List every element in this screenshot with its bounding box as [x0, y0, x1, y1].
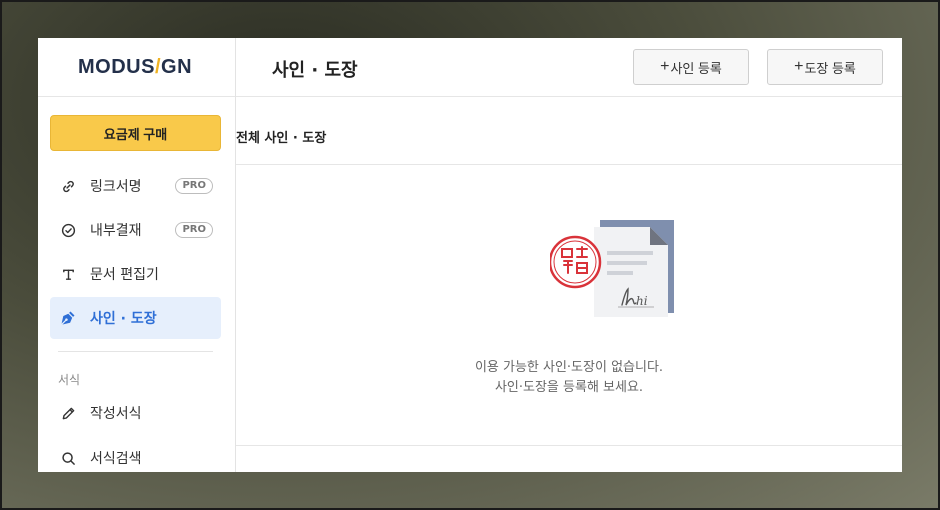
app-window: MODUS/GN 요금제 구매 링크서명 PRO 내부결재 PRO 문서 편집기…: [38, 38, 902, 472]
document-line: [607, 271, 633, 275]
plus-icon: +: [794, 58, 804, 75]
empty-message-line-2: 사인·도장을 등록해 보세요.: [494, 380, 644, 395]
signature-text: hi: [636, 294, 648, 308]
document-line: [607, 251, 653, 255]
sidebar-item-label: 서식검색: [90, 451, 142, 467]
sidebar-item-label: 문서 편집기: [90, 267, 159, 283]
sidebar-item-my-forms[interactable]: 작성서식: [50, 392, 221, 434]
section-label-forms: 서식: [58, 373, 81, 387]
sidebar-item-internal-approval[interactable]: 내부결재 PRO: [50, 209, 221, 251]
register-sign-button[interactable]: + 사인 등록: [633, 49, 749, 85]
text-icon: [60, 266, 76, 282]
sidebar-item-label: 내부결재: [90, 223, 142, 239]
document-line: [607, 261, 647, 265]
document-stamp-illustration: hi: [548, 220, 674, 317]
plus-icon: +: [660, 58, 670, 75]
search-icon: [60, 450, 76, 466]
stamp-circle: [548, 235, 602, 289]
sidebar-item-sign-stamp[interactable]: 사인 · 도장: [50, 297, 221, 339]
logo[interactable]: MODUS/GN: [78, 56, 192, 79]
sidebar-item-document-editor[interactable]: 문서 편집기: [50, 253, 221, 295]
list-subheader: 전체 사인 · 도장: [236, 97, 902, 165]
pen-nib-icon: [60, 310, 76, 326]
upgrade-plan-button[interactable]: 요금제 구매: [50, 115, 221, 151]
pencil-icon: [60, 405, 76, 421]
empty-message-line-1: 이용 가능한 사인·도장이 없습니다.: [474, 360, 664, 375]
pro-badge: PRO: [175, 178, 213, 194]
page-header: 사인 · 도장 + 사인 등록 + 도장 등록: [236, 38, 902, 97]
page-title: 사인 · 도장: [272, 60, 358, 81]
sidebar-divider: [58, 351, 213, 352]
register-stamp-label: 도장 등록: [804, 60, 856, 76]
register-sign-label: 사인 등록: [670, 60, 722, 76]
sidebar-item-label: 사인 · 도장: [90, 311, 157, 327]
check-circle-icon: [60, 222, 76, 238]
link-icon: [60, 178, 76, 194]
sidebar-item-label: 작성서식: [90, 406, 142, 422]
logo-text-2: GN: [161, 55, 193, 78]
sidebar-item-form-search[interactable]: 서식검색: [50, 437, 221, 472]
pro-badge: PRO: [175, 222, 213, 238]
empty-illustration: hi: [548, 217, 680, 326]
sidebar-item-label: 링크서명: [90, 179, 142, 195]
logo-text-1: MODUS: [78, 55, 155, 78]
sidebar: MODUS/GN 요금제 구매 링크서명 PRO 내부결재 PRO 문서 편집기…: [38, 38, 236, 472]
list-title: 전체 사인 · 도장: [236, 131, 327, 146]
logo-area: MODUS/GN: [38, 38, 235, 97]
sidebar-item-link-sign[interactable]: 링크서명 PRO: [50, 165, 221, 207]
register-stamp-button[interactable]: + 도장 등록: [767, 49, 883, 85]
empty-message: 이용 가능한 사인·도장이 없습니다. 사인·도장을 등록해 보세요.: [236, 358, 902, 398]
empty-state: hi 이용 가능한 사인·도장이 없습니다. 사인·도장을 등록해 보세요.: [236, 165, 902, 446]
